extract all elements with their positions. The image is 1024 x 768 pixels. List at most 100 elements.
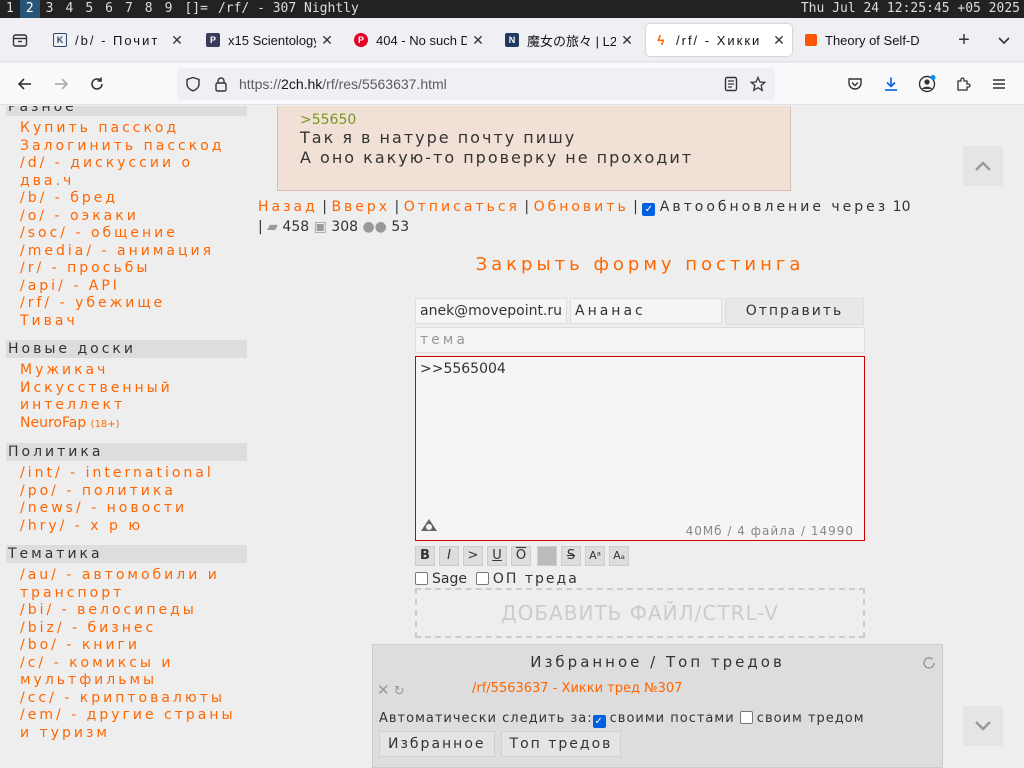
markup-button[interactable]: U bbox=[487, 546, 507, 566]
sidebar-link[interactable]: /bo/ - книги bbox=[20, 637, 245, 655]
bookmark-star-icon[interactable] bbox=[749, 75, 767, 96]
sidebar-link[interactable]: /cc/ - криптовалюты bbox=[20, 690, 245, 708]
downloads-icon[interactable] bbox=[879, 72, 903, 96]
sidebar-link[interactable]: /bi/ - велосипеды bbox=[20, 602, 245, 620]
own-thread-checkbox[interactable] bbox=[739, 711, 753, 724]
up-link[interactable]: Вверх bbox=[331, 199, 390, 215]
workspace-8[interactable]: 8 bbox=[139, 0, 159, 18]
refresh-link[interactable]: Обновить bbox=[534, 199, 629, 215]
op-checkbox[interactable] bbox=[475, 572, 489, 585]
thread-refresh-icon[interactable]: ↻ bbox=[394, 684, 405, 699]
sidebar-link[interactable]: /b/ - бред bbox=[20, 190, 245, 208]
sidebar-link[interactable]: /biz/ - бизнес bbox=[20, 620, 245, 638]
sidebar-link[interactable]: /hry/ - х р ю bbox=[20, 518, 245, 536]
autoupdate-checkbox[interactable]: ✓ bbox=[642, 203, 656, 216]
tab-title: 404 - No such D bbox=[376, 32, 467, 48]
back-arrow-icon[interactable] bbox=[13, 72, 37, 96]
back-link[interactable]: Назад bbox=[258, 199, 318, 215]
sidebar-link[interactable]: /o/ - оэкаки bbox=[20, 208, 245, 226]
subject-field[interactable]: тема bbox=[415, 327, 865, 353]
remove-icon[interactable]: ✕ bbox=[377, 681, 390, 699]
markup-button[interactable]: B bbox=[415, 546, 435, 566]
close-form-link[interactable]: Закрыть форму постинга bbox=[370, 254, 910, 275]
markup-button[interactable]: I bbox=[439, 546, 459, 566]
images-count: 308 bbox=[331, 219, 359, 235]
refresh-icon[interactable] bbox=[922, 655, 936, 674]
scroll-up-button[interactable] bbox=[963, 146, 1003, 186]
workspace-4[interactable]: 4 bbox=[59, 0, 79, 18]
sidebar-link[interactable]: Залогинить пасскод bbox=[20, 138, 245, 156]
markup-button[interactable] bbox=[537, 546, 557, 566]
sidebar-link[interactable]: NeuroFap (18+) bbox=[20, 415, 245, 434]
email-field[interactable]: anek@movepoint.ru bbox=[415, 298, 567, 324]
markup-button[interactable]: Aᵃ bbox=[585, 546, 605, 566]
browser-tab[interactable]: ϟ/rf/ - Хикки ✕ bbox=[646, 24, 792, 56]
close-tab-icon[interactable]: ✕ bbox=[772, 32, 786, 49]
workspace-5[interactable]: 5 bbox=[79, 0, 99, 18]
close-tab-icon[interactable]: ✕ bbox=[170, 32, 184, 49]
sidebar-link[interactable]: Мужикач bbox=[20, 362, 245, 380]
sidebar-link[interactable]: /media/ - анимация bbox=[20, 243, 245, 261]
name-field[interactable]: Ананас bbox=[570, 298, 722, 324]
unsubscribe-link[interactable]: Отписаться bbox=[404, 199, 520, 215]
browser-tab[interactable]: K/b/ - Почит ✕ bbox=[45, 24, 190, 56]
reply-link[interactable]: >55650 bbox=[300, 112, 768, 128]
account-icon[interactable] bbox=[915, 72, 939, 96]
close-tab-icon[interactable]: ✕ bbox=[471, 32, 485, 49]
lock-icon[interactable] bbox=[213, 76, 229, 96]
tab-top-threads[interactable]: Топ тредов bbox=[500, 731, 622, 757]
tab-list-icon[interactable] bbox=[8, 28, 32, 52]
sidebar-link[interactable]: /api/ - API bbox=[20, 278, 245, 296]
sidebar-link[interactable]: /c/ - комиксы и мультфильмы bbox=[20, 655, 245, 690]
browser-tab[interactable]: Px15 Scientology ✕ bbox=[198, 24, 340, 56]
sidebar-link[interactable]: /em/ - другие страны и туризм bbox=[20, 707, 245, 742]
tab-favorites[interactable]: Избранное bbox=[379, 731, 495, 757]
markup-button[interactable]: O bbox=[511, 546, 531, 566]
new-tab-button[interactable]: + bbox=[952, 28, 976, 52]
close-tab-icon[interactable]: ✕ bbox=[320, 32, 334, 49]
url-text[interactable]: https://2ch.hk/rf/res/5563637.html bbox=[239, 68, 447, 100]
markup-button[interactable]: Aₐ bbox=[609, 546, 629, 566]
close-tab-icon[interactable]: ✕ bbox=[620, 32, 634, 49]
sidebar-link[interactable]: Искусственный интеллект bbox=[20, 380, 245, 415]
sage-checkbox[interactable] bbox=[415, 572, 428, 585]
add-file-dropzone[interactable]: ДОБАВИТЬ ФАЙЛ/CTRL-V bbox=[415, 588, 865, 638]
reader-view-icon[interactable] bbox=[723, 76, 739, 96]
browser-tab[interactable]: P 404 - No such D ✕ bbox=[346, 24, 491, 56]
sidebar-link[interactable]: /news/ - новости bbox=[20, 500, 245, 518]
sticker-icon[interactable] bbox=[419, 517, 439, 537]
send-button[interactable]: Отправить bbox=[725, 298, 864, 325]
list-all-tabs-icon[interactable] bbox=[992, 28, 1016, 52]
browser-tab[interactable]: N 魔女の旅々 | L2 ✕ bbox=[497, 24, 640, 56]
url-bar[interactable]: https://2ch.hk/rf/res/5563637.html bbox=[177, 68, 775, 100]
browser-tab[interactable]: Theory of Self-D bbox=[797, 24, 942, 56]
workspace-7[interactable]: 7 bbox=[119, 0, 139, 18]
markup-button[interactable]: > bbox=[463, 546, 483, 566]
pocket-icon[interactable] bbox=[843, 72, 867, 96]
sidebar-link[interactable]: /d/ - дискуссии о два.ч bbox=[20, 155, 245, 190]
markup-button[interactable]: S bbox=[561, 546, 581, 566]
sidebar-link[interactable]: /au/ - автомобили и транспорт bbox=[20, 567, 245, 602]
sidebar-link[interactable]: /int/ - international bbox=[20, 465, 245, 483]
shield-icon[interactable] bbox=[185, 76, 201, 96]
workspace-2[interactable]: 2 bbox=[19, 0, 40, 18]
favorites-tabs: Избранное Топ тредов bbox=[379, 731, 627, 757]
workspace-1[interactable]: 1 bbox=[0, 0, 20, 18]
workspace-9[interactable]: 9 bbox=[159, 0, 179, 18]
sidebar-link[interactable]: /soc/ - общение bbox=[20, 225, 245, 243]
favorite-thread-link[interactable]: /rf/5563637 - Хикки тред №307 bbox=[472, 681, 682, 696]
extensions-icon[interactable] bbox=[951, 72, 975, 96]
workspace-3[interactable]: 3 bbox=[40, 0, 60, 18]
sidebar-link[interactable]: /r/ - просьбы bbox=[20, 260, 245, 278]
own-posts-checkbox[interactable]: ✓ bbox=[592, 715, 606, 728]
workspace-6[interactable]: 6 bbox=[99, 0, 119, 18]
sidebar-link[interactable]: /po/ - политика bbox=[20, 483, 245, 501]
comment-textarea[interactable]: >>5565004 40Мб / 4 файла / 14990 bbox=[415, 356, 865, 541]
sidebar-link[interactable]: Тивач bbox=[20, 313, 245, 331]
reload-icon[interactable] bbox=[85, 72, 109, 96]
sidebar-link[interactable]: Купить пасскод bbox=[20, 120, 245, 138]
scroll-down-button[interactable] bbox=[963, 706, 1003, 746]
menu-icon[interactable] bbox=[987, 72, 1011, 96]
sidebar-link[interactable]: /rf/ - убежище bbox=[20, 295, 245, 313]
forward-arrow-icon[interactable] bbox=[49, 72, 73, 96]
